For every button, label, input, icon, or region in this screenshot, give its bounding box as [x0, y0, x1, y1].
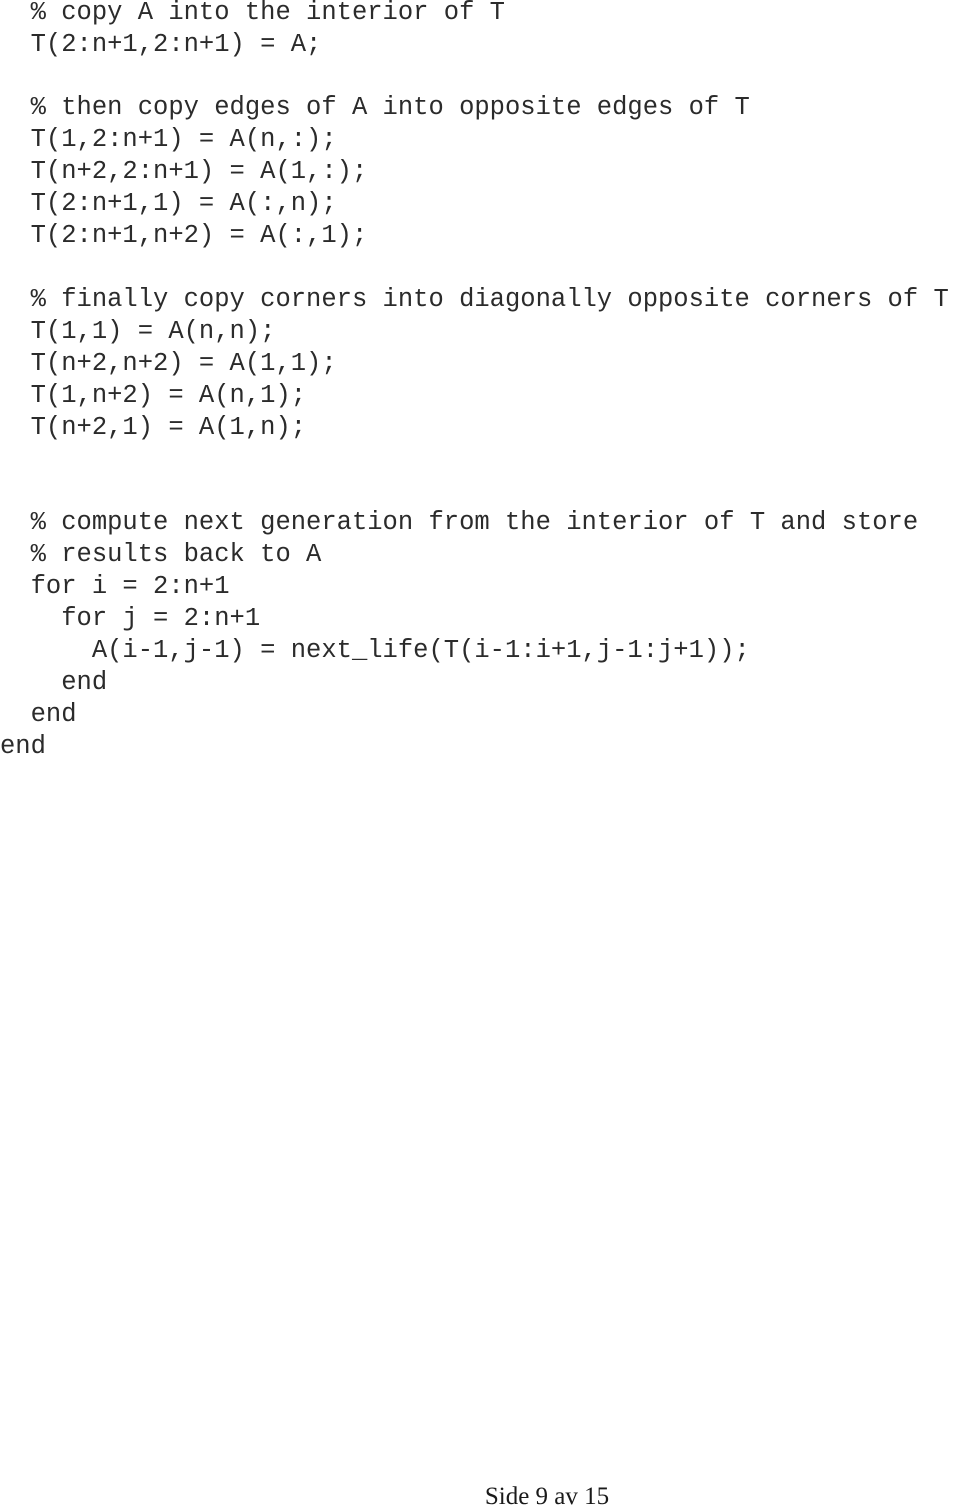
code-line: T(1,1) = A(n,n); — [0, 317, 276, 346]
code-line: % then copy edges of A into opposite edg… — [0, 93, 750, 122]
code-line: T(2:n+1,2:n+1) = A; — [0, 30, 322, 59]
code-line: for i = 2:n+1 — [0, 572, 230, 601]
code-line: T(n+2,1) = A(1,n); — [0, 413, 307, 442]
code-line: end — [0, 668, 108, 697]
page-number: Side 9 av 15 — [484, 1483, 610, 1510]
code-line: end — [0, 732, 46, 761]
code-line: % results back to A — [0, 540, 322, 569]
code-line: end — [0, 700, 77, 729]
code-line: T(1,2:n+1) = A(n,:); — [0, 125, 337, 154]
code-line: A(i-1,j-1) = next_life(T(i-1:i+1,j-1:j+1… — [0, 636, 750, 665]
code-line: T(1,n+2) = A(n,1); — [0, 381, 307, 410]
code-line: T(2:n+1,n+2) = A(:,1); — [0, 221, 368, 250]
code-line: % finally copy corners into diagonally o… — [0, 285, 949, 314]
code-line: for j = 2:n+1 — [0, 604, 261, 633]
code-line: T(2:n+1,1) = A(:,n); — [0, 189, 337, 218]
code-line: % compute next generation from the inter… — [0, 508, 919, 537]
code-line: T(n+2,n+2) = A(1,1); — [0, 349, 337, 378]
code-line: T(n+2,2:n+1) = A(1,:); — [0, 157, 368, 186]
code-line: % copy A into the interior of T — [0, 0, 505, 27]
